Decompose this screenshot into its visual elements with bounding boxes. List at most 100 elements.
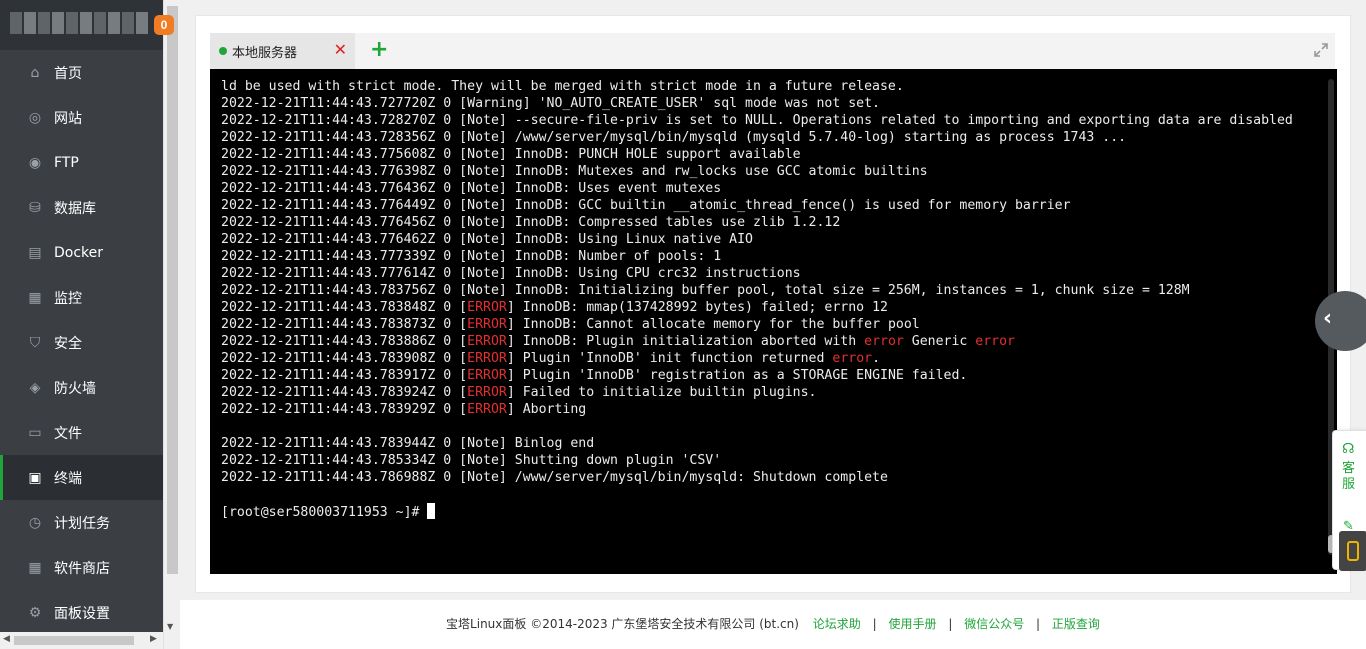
sidebar-item-label: 首页 bbox=[54, 65, 82, 82]
terminal-line: ld be used with strict mode. They will b… bbox=[221, 79, 904, 94]
terminal-output[interactable]: ld be used with strict mode. They will b… bbox=[210, 69, 1337, 574]
globe-icon: ◎ bbox=[28, 109, 42, 126]
sidebar-item[interactable]: ▣ 终端 bbox=[0, 455, 163, 500]
fullscreen-icon[interactable] bbox=[1313, 42, 1329, 58]
sidebar-menu: ⌂ 首页 ◎ 网站 ◉ FTP ⛁ 数据库 ▤ Docker ▦ 监控 ⛉ 安全 ◈ 防火墙 ▭ 文件 ▣ 终端 ◷ 计划… bbox=[0, 50, 163, 635]
collapse-button[interactable]: ‹ bbox=[1315, 291, 1366, 351]
sidebar-item[interactable]: ▤ Docker bbox=[0, 230, 163, 275]
wechat-account-link[interactable]: 微信公众号 bbox=[964, 617, 1024, 631]
sidebar-item-label: 数据库 bbox=[54, 200, 96, 217]
user-manual-link[interactable]: 使用手册 bbox=[888, 617, 936, 631]
sidebar-horizontal-scrollbar[interactable]: ◀ ▶ bbox=[0, 632, 163, 649]
monitor-icon: ▦ bbox=[28, 289, 42, 306]
terminal-line: 2022-12-21T11:44:43.776398Z 0 [Note] Inn… bbox=[221, 164, 928, 179]
sidebar-item[interactable]: ◉ FTP bbox=[0, 140, 163, 185]
server-ip-blurred bbox=[10, 12, 148, 34]
tab-local-server[interactable]: 本地服务器 ✕ bbox=[210, 33, 355, 69]
chevron-left-icon: ‹ bbox=[1323, 306, 1333, 331]
sidebar-item-label: 软件商店 bbox=[54, 560, 110, 577]
sidebar-item-label: 文件 bbox=[54, 425, 82, 442]
terminal-line: 2022-12-21T11:44:43.776456Z 0 [Note] Inn… bbox=[221, 215, 841, 230]
connected-status-dot bbox=[219, 47, 227, 55]
terminal-text: ld be used with strict mode. They will b… bbox=[221, 78, 1316, 521]
firewall-shield-icon: ◈ bbox=[29, 379, 41, 396]
clock-icon: ◷ bbox=[28, 514, 42, 531]
terminal-line: 2022-12-21T11:44:43.728270Z 0 [Note] --s… bbox=[221, 113, 1293, 128]
footer-separator: | bbox=[1036, 617, 1041, 631]
terminal-line: 2022-12-21T11:44:43.783917Z 0 [ERROR] Pl… bbox=[221, 368, 968, 383]
text-cursor bbox=[427, 503, 436, 519]
tab-label: 本地服务器 bbox=[232, 45, 298, 61]
customer-service-label[interactable]: 客服 bbox=[1342, 461, 1358, 493]
home-icon: ⌂ bbox=[30, 64, 40, 81]
sidebar-item[interactable]: ⌂ 首页 bbox=[0, 50, 163, 95]
footer: 宝塔Linux面板 ©2014-2023 广东堡塔安全技术有限公司 (bt.cn… bbox=[180, 600, 1366, 649]
sidebar-item-label: Docker bbox=[54, 244, 104, 261]
terminal-line: 2022-12-21T11:44:43.783886Z 0 [ERROR] In… bbox=[221, 334, 1015, 349]
terminal-line: 2022-12-21T11:44:43.777614Z 0 [Note] Inn… bbox=[221, 266, 801, 281]
close-tab-icon[interactable]: ✕ bbox=[334, 41, 347, 59]
terminal-line: 2022-12-21T11:44:43.785334Z 0 [Note] Shu… bbox=[221, 453, 722, 468]
apps-grid-icon: ▦ bbox=[28, 559, 42, 576]
notification-badge[interactable]: 0 bbox=[154, 15, 174, 35]
terminal-line: 2022-12-21T11:44:43.783929Z 0 [ERROR] Ab… bbox=[221, 402, 587, 417]
terminal-icon: ▣ bbox=[28, 469, 42, 486]
sidebar-item-label: 安全 bbox=[54, 335, 82, 352]
sidebar-item-label: FTP bbox=[54, 154, 79, 171]
docker-icon: ▤ bbox=[28, 244, 42, 261]
ftp-icon: ◉ bbox=[28, 154, 42, 171]
sidebar-item[interactable]: ⛁ 数据库 bbox=[0, 185, 163, 230]
sidebar-item-label: 防火墙 bbox=[54, 380, 96, 397]
sidebar-item[interactable]: ⚙ 面板设置 bbox=[0, 590, 163, 635]
footer-separator: | bbox=[948, 617, 953, 631]
footer-separator: | bbox=[872, 617, 877, 631]
scroll-right-arrow-icon[interactable]: ▶ bbox=[150, 634, 157, 644]
sidebar-item[interactable]: ⛉ 安全 bbox=[0, 320, 163, 365]
terminal-line: 2022-12-21T11:44:43.783924Z 0 [ERROR] Fa… bbox=[221, 385, 817, 400]
sidebar-item-label: 面板设置 bbox=[54, 605, 110, 622]
sidebar-item[interactable]: ◎ 网站 bbox=[0, 95, 163, 140]
terminal-line: 2022-12-21T11:44:43.783908Z 0 [ERROR] Pl… bbox=[221, 351, 881, 366]
terminal-line: 2022-12-21T11:44:43.776449Z 0 [Note] Inn… bbox=[221, 198, 1071, 213]
terminal-line: 2022-12-21T11:44:43.783873Z 0 [ERROR] In… bbox=[221, 317, 920, 332]
terminal-tab-bar: 本地服务器 ✕ + bbox=[210, 33, 1335, 69]
terminal-line: 2022-12-21T11:44:43.776462Z 0 [Note] Inn… bbox=[221, 232, 753, 247]
customer-service-widget[interactable]: ☊ 客服 ✎ bbox=[1332, 430, 1366, 571]
sidebar-item-label: 监控 bbox=[54, 290, 82, 307]
toolbox-icon[interactable] bbox=[1339, 531, 1366, 571]
terminal-line: 2022-12-21T11:44:43.727720Z 0 [Warning] … bbox=[221, 96, 880, 111]
add-tab-icon[interactable]: + bbox=[370, 38, 388, 62]
terminal-line: 2022-12-21T11:44:43.777339Z 0 [Note] Inn… bbox=[221, 249, 722, 264]
sidebar-item[interactable]: ▦ 监控 bbox=[0, 275, 163, 320]
copyright-text: 宝塔Linux面板 ©2014-2023 广东堡塔安全技术有限公司 (bt.cn… bbox=[446, 617, 799, 631]
sidebar-item[interactable]: ▭ 文件 bbox=[0, 410, 163, 455]
terminal-line: 2022-12-21T11:44:43.783944Z 0 [Note] Bin… bbox=[221, 436, 595, 451]
scroll-left-arrow-icon[interactable]: ◀ bbox=[3, 634, 10, 644]
shell-prompt: [root@ser580003711953 ~]# bbox=[221, 505, 428, 520]
scroll-down-arrow-icon[interactable]: ▼ bbox=[167, 622, 173, 631]
headset-icon: ☊ bbox=[1342, 441, 1355, 457]
sidebar-item[interactable]: ◈ 防火墙 bbox=[0, 365, 163, 410]
gear-icon: ⚙ bbox=[28, 604, 42, 621]
sidebar-item[interactable]: ◷ 计划任务 bbox=[0, 500, 163, 545]
folder-icon: ▭ bbox=[28, 424, 42, 441]
terminal-line: 2022-12-21T11:44:43.783848Z 0 [ERROR] In… bbox=[221, 300, 888, 315]
scrollbar-thumb[interactable] bbox=[167, 6, 178, 574]
forum-help-link[interactable]: 论坛求助 bbox=[813, 617, 861, 631]
terminal-line: 2022-12-21T11:44:43.776436Z 0 [Note] Inn… bbox=[221, 181, 722, 196]
scrollbar-thumb[interactable] bbox=[14, 636, 134, 645]
terminal-line: 2022-12-21T11:44:43.783756Z 0 [Note] Inn… bbox=[221, 283, 1190, 298]
sidebar-vertical-scrollbar[interactable]: ▼ bbox=[163, 0, 180, 649]
terminal-panel: 本地服务器 ✕ + ld be used with strict mode. T… bbox=[195, 15, 1351, 593]
sidebar-item[interactable]: ▦ 软件商店 bbox=[0, 545, 163, 590]
license-check-link[interactable]: 正版查询 bbox=[1052, 617, 1100, 631]
shell-prompt-line[interactable]: [root@ser580003711953 ~]# bbox=[221, 503, 1316, 521]
terminal-line: 2022-12-21T11:44:43.728356Z 0 [Note] /ww… bbox=[221, 130, 1127, 145]
sidebar-item-label: 计划任务 bbox=[54, 515, 110, 532]
sidebar: ⌂ 首页 ◎ 网站 ◉ FTP ⛁ 数据库 ▤ Docker ▦ 监控 ⛉ 安全 ◈ 防火墙 ▭ 文件 ▣ 终端 ◷ 计划… bbox=[0, 0, 163, 649]
terminal-line: 2022-12-21T11:44:43.775608Z 0 [Note] Inn… bbox=[221, 147, 801, 162]
sidebar-item-label: 终端 bbox=[54, 470, 82, 487]
sidebar-item-label: 网站 bbox=[54, 110, 82, 127]
